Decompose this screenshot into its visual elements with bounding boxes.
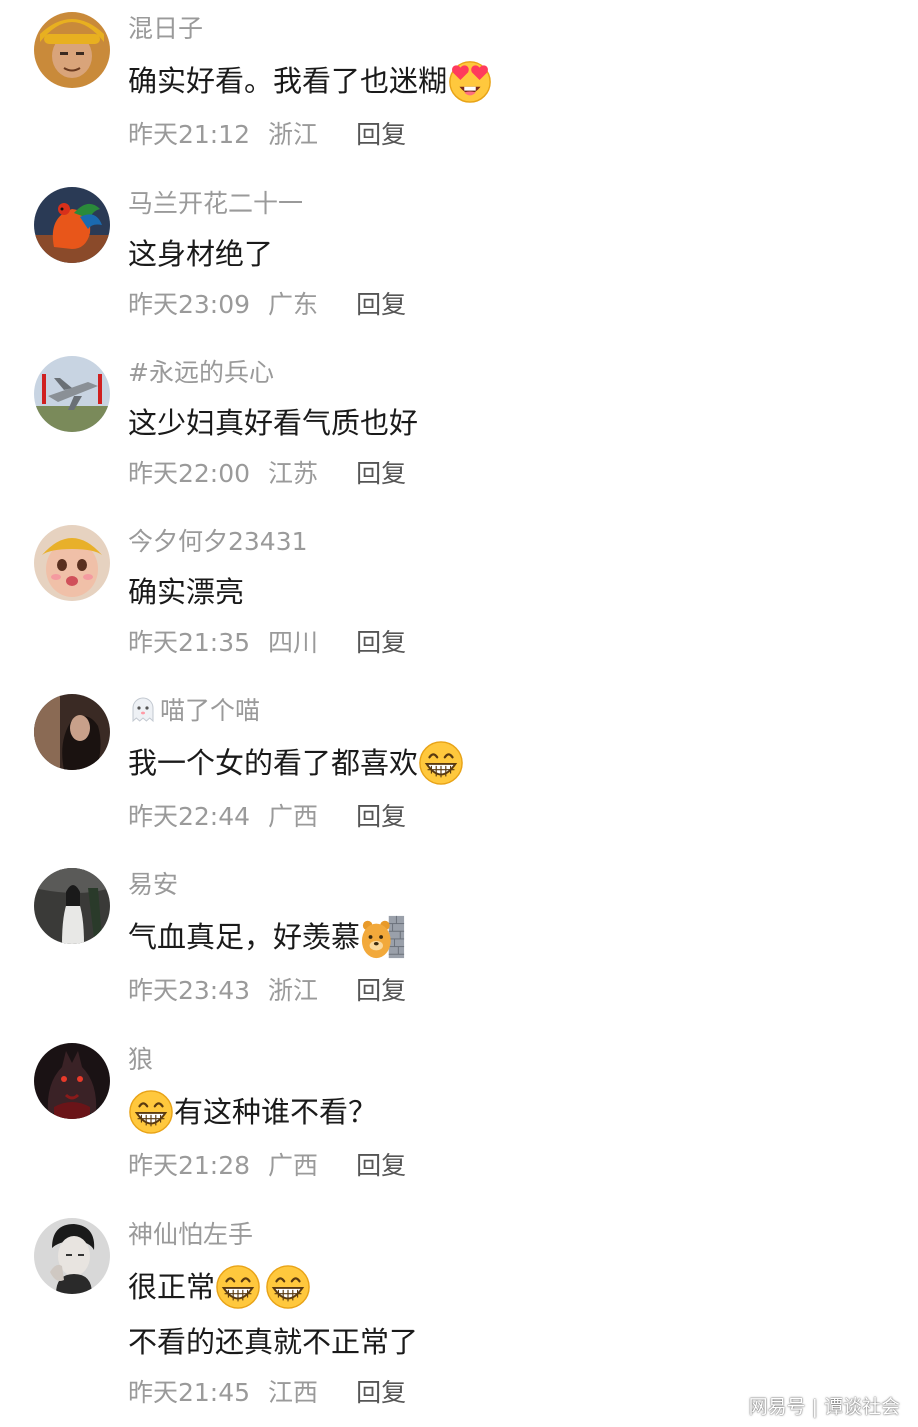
grin-emoji-icon (265, 1264, 311, 1310)
avatar[interactable] (34, 1218, 110, 1294)
comment-username[interactable]: 混日子 (128, 12, 203, 46)
comment-time: 昨天21:45 (128, 1378, 251, 1407)
watermark-separator: | (811, 1396, 818, 1418)
reply-button[interactable]: 回复 (356, 800, 406, 834)
comment-text: 我一个女的看了都喜欢 (128, 740, 464, 786)
comment-time: 昨天22:00 (128, 459, 251, 488)
reply-button[interactable]: 回复 (356, 626, 406, 660)
watermark-brand: 网易号 (748, 1396, 806, 1418)
comment-text: 气血真足，好羡慕 (128, 914, 406, 960)
comment-text-content: 确实好看。我看了也迷糊 (128, 64, 448, 98)
comment-username[interactable]: 马兰开花二十一 (128, 187, 303, 221)
comment-meta: 昨天23:43 浙江 回复 (128, 974, 406, 1008)
comment-text: 这少妇真好看气质也好 (128, 401, 418, 445)
comment-text: 确实漂亮 (128, 570, 244, 614)
comment-location: 广东 (268, 290, 319, 319)
comment-meta: 昨天21:28 广西 回复 (128, 1149, 406, 1183)
comment-time: 昨天21:28 (128, 1151, 251, 1180)
avatar[interactable] (34, 1043, 110, 1119)
comment-text: 有这种谁不看？ (128, 1089, 377, 1135)
comment-username[interactable]: 喵了个喵 (128, 694, 260, 728)
reply-button[interactable]: 回复 (356, 1376, 406, 1410)
avatar[interactable] (34, 187, 110, 263)
comment-username[interactable]: 神仙怕左手 (128, 1218, 253, 1252)
comment-meta: 昨天22:44 广西 回复 (128, 800, 406, 834)
avatar[interactable] (34, 694, 110, 770)
reply-button[interactable]: 回复 (356, 288, 406, 322)
comment-text-content: 不看的还真就不正常了 (128, 1325, 419, 1359)
reply-button[interactable]: 回复 (356, 1149, 406, 1183)
heart-eyes-emoji-icon (447, 58, 493, 104)
ghost-icon (128, 695, 158, 725)
grin-emoji-icon (215, 1264, 261, 1310)
comment-time: 昨天23:09 (128, 290, 251, 319)
comment-meta: 昨天21:12 浙江 回复 (128, 118, 406, 152)
watermark: 网易号 | 谭谈社会 (749, 1392, 900, 1419)
comment-time: 昨天22:44 (128, 802, 251, 831)
reply-button[interactable]: 回复 (356, 974, 406, 1008)
comment-location: 浙江 (268, 976, 319, 1005)
comment-text-line-2: 不看的还真就不正常了 (128, 1320, 418, 1364)
comment-time: 昨天21:35 (128, 628, 251, 657)
comment-location: 江西 (268, 1378, 319, 1407)
comment-meta: 昨天21:45 江西 回复 (128, 1376, 406, 1410)
comment-text-content: 这少妇真好看气质也好 (128, 406, 419, 440)
comment-location: 江苏 (268, 459, 319, 488)
comment-text-content: 这身材绝了 (128, 237, 274, 271)
comment-meta: 昨天23:09 广东 回复 (128, 288, 406, 322)
comment-location: 四川 (268, 628, 319, 657)
comment-meta: 昨天22:00 江苏 回复 (128, 457, 406, 491)
comment-text: 这身材绝了 (128, 232, 273, 276)
watermark-account: 谭谈社会 (823, 1396, 900, 1418)
reply-button[interactable]: 回复 (356, 457, 406, 491)
avatar[interactable] (34, 525, 110, 601)
comment-text-content: 我一个女的看了都喜欢 (128, 746, 419, 780)
comment-username[interactable]: 易安 (128, 868, 178, 902)
comment-meta: 昨天21:35 四川 回复 (128, 626, 406, 660)
avatar[interactable] (34, 12, 110, 88)
comment-text-content: 气血真足，好羡慕 (128, 920, 361, 954)
grin-emoji-icon (418, 740, 464, 786)
grin-emoji-icon (128, 1089, 174, 1135)
comment-text: 很正常 (128, 1264, 311, 1310)
comment-time: 昨天21:12 (128, 120, 251, 149)
comment-text-content: 确实漂亮 (128, 575, 245, 609)
comment-username[interactable]: 狼 (128, 1043, 153, 1077)
avatar[interactable] (34, 356, 110, 432)
comment-time: 昨天23:43 (128, 976, 251, 1005)
comment-location: 浙江 (268, 120, 319, 149)
avatar[interactable] (34, 868, 110, 944)
comment-text-content: 有这种谁不看？ (174, 1095, 378, 1129)
comment-text-content: 很正常 (128, 1270, 216, 1304)
comment-text: 确实好看。我看了也迷糊 (128, 58, 493, 104)
peeking-bear-emoji-icon (360, 914, 406, 960)
comment-username-text: 喵了个喵 (160, 696, 261, 725)
comment-username[interactable]: 今夕何夕23431 (128, 525, 308, 559)
comment-username[interactable]: #永远的兵心 (128, 356, 274, 390)
comment-location: 广西 (268, 802, 319, 831)
reply-button[interactable]: 回复 (356, 118, 406, 152)
comment-location: 广西 (268, 1151, 319, 1180)
